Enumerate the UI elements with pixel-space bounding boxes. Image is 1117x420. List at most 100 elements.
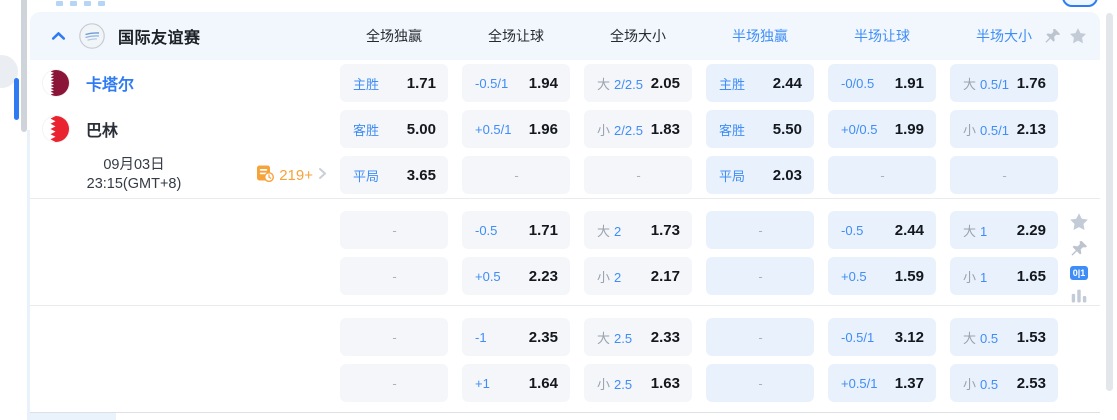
league-card: 国际友谊赛 全场独赢 全场让球 全场大小 半场独赢 半场让球 半场大小	[30, 12, 1100, 413]
odds-cell[interactable]: -0.5 1.71	[462, 211, 570, 249]
odds-cell[interactable]: +0.5/11.96	[462, 110, 570, 148]
star-icon[interactable]	[1069, 27, 1087, 45]
odds-value: 2.05	[651, 75, 680, 92]
collapse-chevron-up-icon[interactable]	[51, 31, 66, 41]
odds-cell[interactable]: 大0.51.53	[950, 318, 1058, 356]
odds-cell[interactable]: 主胜1.71	[340, 64, 448, 102]
empty-odds-dash: -	[758, 223, 762, 238]
odds-cell[interactable]: -	[706, 211, 814, 249]
sidebar-active-indicator	[14, 78, 19, 120]
odds-label: 小2.5	[597, 374, 632, 393]
empty-odds-dash: -	[636, 168, 640, 183]
odds-cell[interactable]: -12.35	[462, 318, 570, 356]
odds-cell[interactable]: 主胜2.44	[706, 64, 814, 102]
odds-line: +0.5/1	[475, 122, 512, 137]
odds-cell[interactable]: +0.5/1 1.37	[828, 364, 936, 402]
left-scrollbar-thumb[interactable]	[21, 0, 27, 132]
odds-section-main: 卡塔尔 主胜1.71-0.5/11.94大2/2.52.05主胜2.44-0/0…	[30, 60, 1100, 198]
odds-cell[interactable]: +0/0.51.99	[828, 110, 936, 148]
odds-cell[interactable]: 客胜5.00	[340, 110, 448, 148]
odds-label: 大 0.5/1	[963, 74, 1009, 93]
odds-line: 主胜	[719, 74, 745, 93]
over-under-prefix: 小	[597, 374, 610, 393]
odds-cell[interactable]: 大2/2.52.05	[584, 64, 692, 102]
odds-cell[interactable]: -	[706, 364, 814, 402]
odds-cell[interactable]: 平局2.03	[706, 156, 814, 194]
over-under-prefix: 大	[963, 74, 976, 93]
odds-cell[interactable]: -	[340, 318, 448, 356]
odds-line: -0.5/1	[841, 330, 874, 345]
odds-line: +0/0.5	[841, 122, 878, 137]
odds-cell[interactable]: +0.52.23	[462, 257, 570, 295]
league-title: 国际友谊赛	[118, 24, 201, 48]
odds-label: 大1	[963, 221, 987, 240]
right-scrollbar-thumb[interactable]	[1106, 13, 1113, 391]
odds-cell[interactable]: -	[706, 257, 814, 295]
odds-cell[interactable]: 平局3.65	[340, 156, 448, 194]
pin-icon[interactable]	[1044, 28, 1061, 45]
odds-cell[interactable]: -	[950, 156, 1058, 194]
odds-cell[interactable]: 大0.5/11.76	[950, 64, 1058, 102]
odds-cell[interactable]: 小0.5/12.13	[950, 110, 1058, 148]
odds-value: 1.91	[895, 75, 924, 92]
away-team-name: 巴林	[86, 117, 118, 141]
odds-count-icon	[256, 164, 274, 186]
odds-row: --12.35大2.52.33--0.5/13.12大0.51.53	[30, 314, 1065, 360]
pin-icon[interactable]	[1070, 240, 1088, 258]
empty-odds-dash: -	[1002, 168, 1006, 183]
empty-odds-dash: -	[392, 223, 396, 238]
home-team[interactable]: 卡塔尔	[30, 60, 333, 106]
odds-cell[interactable]: -0.5/1 3.12	[828, 318, 936, 356]
odds-compare-badge[interactable]: 0|1	[1070, 266, 1089, 280]
over-under-prefix: 小	[597, 120, 610, 139]
odds-cell[interactable]: 大21.73	[584, 211, 692, 249]
odds-cell[interactable]: +0.51.59	[828, 257, 936, 295]
odds-cell[interactable]: +11.64	[462, 364, 570, 402]
column-header-full-ou: 全场大小	[577, 26, 699, 46]
odds-cell[interactable]: 客胜5.50	[706, 110, 814, 148]
column-header-full-handicap: 全场让球	[455, 26, 577, 46]
odds-cell[interactable]: -	[340, 257, 448, 295]
odds-value: 1.64	[529, 375, 558, 392]
odds-cell[interactable]: -	[706, 318, 814, 356]
odds-value: 1.71	[407, 75, 436, 92]
odds-line: -0.5	[475, 223, 497, 238]
odds-label: +0/0.5	[841, 122, 878, 137]
empty-odds-dash: -	[392, 376, 396, 391]
odds-cell[interactable]: -	[340, 364, 448, 402]
next-row-stub	[30, 413, 116, 420]
odds-cell[interactable]: -0/0.51.91	[828, 64, 936, 102]
odds-cell[interactable]: -0.5/11.94	[462, 64, 570, 102]
odds-cell[interactable]: 小2.51.63	[584, 364, 692, 402]
odds-value: 1.37	[895, 375, 924, 392]
odds-value: 2.29	[1017, 222, 1046, 239]
more-odds-link[interactable]: 219+	[256, 164, 327, 186]
odds-label: +0.5	[475, 269, 501, 284]
odds-cell[interactable]: -	[584, 156, 692, 194]
odds-value: 1.71	[529, 222, 558, 239]
odds-cell[interactable]: 小0.52.53	[950, 364, 1058, 402]
bar-chart-icon[interactable]	[1070, 288, 1088, 303]
odds-value: 3.12	[895, 329, 924, 346]
odds-line: 0.5	[980, 331, 998, 346]
odds-cell[interactable]: 小22.17	[584, 257, 692, 295]
odds-cell[interactable]: -	[828, 156, 936, 194]
odds-cell[interactable]: -	[340, 211, 448, 249]
odds-cell[interactable]: -0.52.44	[828, 211, 936, 249]
odds-value: 2.17	[651, 268, 680, 285]
empty-odds-dash: -	[392, 269, 396, 284]
odds-value: 1.53	[1017, 329, 1046, 346]
odds-section-alt-2: --12.35大2.52.33--0.5/13.12大0.51.53 -+11.…	[30, 305, 1100, 412]
odds-label: +0.5/1	[841, 376, 878, 391]
odds-cell[interactable]: 大2.52.33	[584, 318, 692, 356]
odds-cell[interactable]: 小11.65	[950, 257, 1058, 295]
odds-cell[interactable]: 大1 2.29	[950, 211, 1058, 249]
away-team[interactable]: 巴林	[30, 106, 333, 152]
odds-label: 主胜	[719, 74, 745, 93]
odds-value: 2.35	[529, 329, 558, 346]
odds-cell[interactable]: -	[462, 156, 570, 194]
star-icon[interactable]	[1069, 212, 1089, 232]
odds-cell[interactable]: 小2/2.51.83	[584, 110, 692, 148]
odds-line: 0.5/1	[980, 77, 1009, 92]
odds-line: 1	[980, 224, 987, 239]
